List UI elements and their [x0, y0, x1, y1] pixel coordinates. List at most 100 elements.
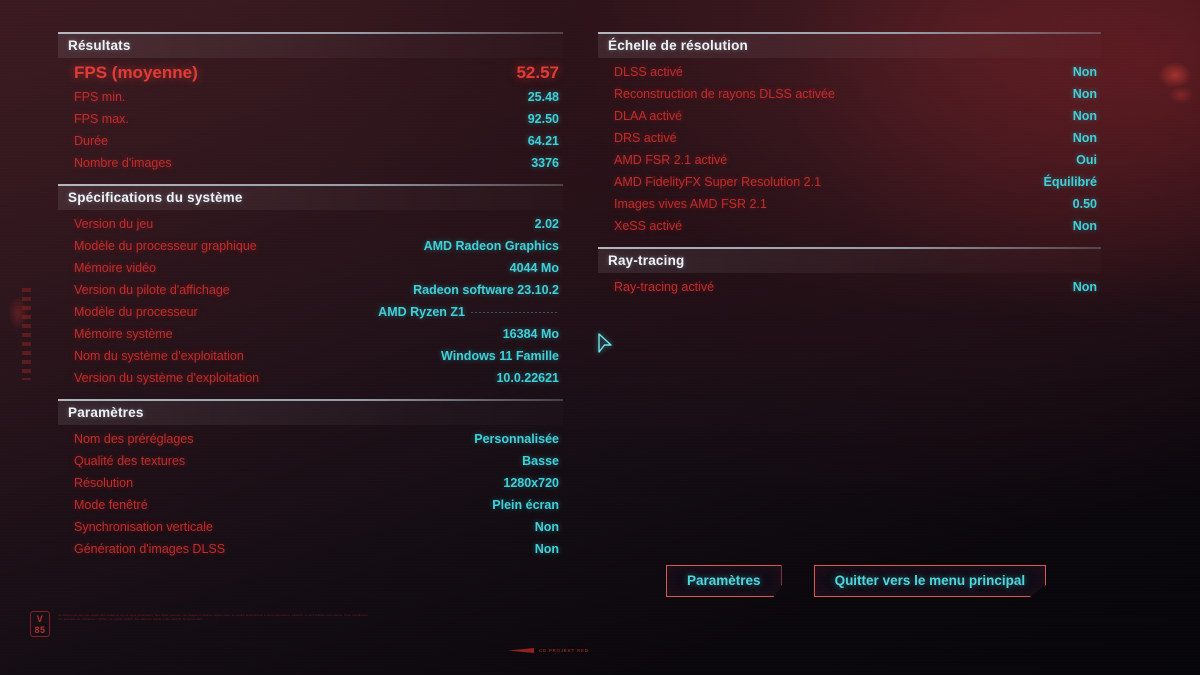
row-nombre-images: Nombre d'images 3376: [58, 152, 563, 174]
quit-to-main-menu-button[interactable]: Quitter vers le menu principal: [813, 565, 1047, 597]
row-label: Modèle du processeur graphique: [74, 238, 257, 253]
row-label: Version du jeu: [74, 216, 154, 231]
row-value: Non: [1072, 64, 1097, 79]
benchmark-results-screen: Résultats FPS (moyenne) 52.57 FPS min. 2…: [0, 0, 1200, 675]
row-drs-active: DRS activé Non: [598, 127, 1101, 149]
footer-wedge-icon: [508, 648, 534, 653]
row-version-pilote: Version du pilote d'affichage Radeon sof…: [58, 279, 563, 301]
row-duree: Durée 64.21: [58, 130, 563, 152]
row-nom-prereglages: Nom des préréglages Personnalisée: [58, 428, 563, 450]
row-label: FPS max.: [74, 111, 129, 126]
truncation-dots: [471, 311, 559, 313]
section-rows: Version du jeu 2.02 Modèle du processeur…: [58, 210, 563, 389]
row-ray-tracing-active: Ray-tracing activé Non: [598, 276, 1101, 298]
section-rule: [58, 184, 563, 186]
row-value: 0.50: [1072, 196, 1097, 211]
row-version-jeu: Version du jeu 2.02: [58, 213, 563, 235]
row-fps-moyenne: FPS (moyenne) 52.57: [58, 61, 563, 86]
row-label: AMD FSR 2.1 activé: [614, 152, 728, 167]
row-fps-max: FPS max. 92.50: [58, 108, 563, 130]
row-qualite-textures: Qualité des textures Basse: [58, 450, 563, 472]
row-label: Nombre d'images: [74, 155, 172, 170]
row-label: Images vives AMD FSR 2.1: [614, 196, 767, 211]
glow-accent-right-lower: [1168, 86, 1194, 104]
legal-microtext: Ce contenu ne peut pas encore être évalu…: [58, 614, 368, 622]
section-title: Spécifications du système: [58, 186, 563, 210]
row-value: 4044 Mo: [509, 260, 559, 275]
version-badge-line2: 85: [34, 625, 46, 635]
glow-accent-right: [1158, 62, 1192, 88]
row-mode-fenetre: Mode fenêtré Plein écran: [58, 494, 563, 516]
left-column: Résultats FPS (moyenne) 52.57 FPS min. 2…: [58, 32, 563, 562]
version-badge: V 85: [30, 611, 50, 637]
row-label: DRS activé: [614, 130, 677, 145]
row-value: 52.57: [516, 63, 559, 82]
arrow-cursor-icon: [598, 333, 612, 353]
row-value: Personnalisée: [474, 431, 559, 446]
section-resultats: Résultats FPS (moyenne) 52.57 FPS min. 2…: [58, 32, 563, 174]
section-title: Résultats: [58, 34, 563, 58]
row-label: DLSS activé: [614, 64, 683, 79]
row-nom-os: Nom du système d'exploitation Windows 11…: [58, 345, 563, 367]
row-label: Génération d'images DLSS: [74, 541, 226, 556]
row-value: 2.02: [534, 216, 559, 231]
row-value: Windows 11 Famille: [441, 348, 559, 363]
row-value: Non: [534, 519, 559, 534]
row-dlaa-active: DLAA activé Non: [598, 105, 1101, 127]
row-label: DLAA activé: [614, 108, 683, 123]
row-label: Nom des préréglages: [74, 431, 194, 446]
row-amd-fsr-active: AMD FSR 2.1 activé Oui: [598, 149, 1101, 171]
row-value: 25.48: [527, 89, 559, 104]
row-value: Non: [534, 541, 559, 556]
row-label: Durée: [74, 133, 109, 148]
version-badge-line1: V: [36, 614, 44, 624]
row-value: 10.0.22621: [496, 370, 559, 385]
row-value: 16384 Mo: [502, 326, 559, 341]
row-label: Mémoire système: [74, 326, 173, 341]
right-column: Échelle de résolution DLSS activé Non Re…: [598, 32, 1101, 300]
row-value-group: AMD Ryzen Z1: [378, 305, 559, 320]
row-modele-processeur: Modèle du processeur AMD Ryzen Z1: [58, 301, 563, 323]
row-xess-active: XeSS activé Non: [598, 215, 1101, 237]
row-dlss-active: DLSS activé Non: [598, 61, 1101, 83]
row-modele-gpu: Modèle du processeur graphique AMD Radeo…: [58, 235, 563, 257]
row-generation-images-dlss: Génération d'images DLSS Non: [58, 538, 563, 560]
footer-mark: CD PROJEKT RED: [508, 648, 589, 653]
section-rows: DLSS activé Non Reconstruction de rayons…: [598, 58, 1101, 237]
row-label: FPS min.: [74, 89, 126, 104]
row-value: Radeon software 23.10.2: [413, 282, 559, 297]
row-label: Modèle du processeur: [74, 304, 198, 319]
row-label: AMD FidelityFX Super Resolution 2.1: [614, 174, 822, 189]
row-label: Reconstruction de rayons DLSS activée: [614, 86, 835, 101]
section-rule: [58, 399, 563, 401]
row-amd-fidelityfx-sr: AMD FidelityFX Super Resolution 2.1 Équi…: [598, 171, 1101, 193]
row-memoire-systeme: Mémoire système 16384 Mo: [58, 323, 563, 345]
row-synchro-verticale: Synchronisation verticale Non: [58, 516, 563, 538]
row-label: FPS (moyenne): [74, 63, 198, 82]
row-value: Non: [1072, 218, 1097, 233]
settings-button[interactable]: Paramètres: [666, 565, 782, 597]
row-value: 64.21: [527, 133, 559, 148]
row-value: Équilibré: [1043, 174, 1097, 189]
section-rule: [598, 32, 1101, 34]
row-value: AMD Ryzen Z1: [378, 304, 465, 319]
row-resolution: Résolution 1280x720: [58, 472, 563, 494]
section-title: Ray-tracing: [598, 249, 1101, 273]
row-value: Oui: [1076, 152, 1097, 167]
row-value: 1280x720: [503, 475, 559, 490]
row-label: Mémoire vidéo: [74, 260, 156, 275]
row-label: Version du pilote d'affichage: [74, 282, 230, 297]
row-label: Résolution: [74, 475, 134, 490]
section-ray-tracing: Ray-tracing Ray-tracing activé Non: [598, 247, 1101, 298]
section-rows: Nom des préréglages Personnalisée Qualit…: [58, 425, 563, 560]
section-rows: Ray-tracing activé Non: [598, 273, 1101, 298]
row-label: Nom du système d'exploitation: [74, 348, 244, 363]
footer-mark-label: CD PROJEKT RED: [539, 648, 589, 653]
row-value: 3376: [531, 155, 559, 170]
section-specifications-systeme: Spécifications du système Version du jeu…: [58, 184, 563, 389]
row-value: AMD Radeon Graphics: [423, 238, 559, 253]
row-value: Plein écran: [492, 497, 559, 512]
row-fps-min: FPS min. 25.48: [58, 86, 563, 108]
row-value: Non: [1072, 279, 1097, 294]
row-version-os: Version du système d'exploitation 10.0.2…: [58, 367, 563, 389]
